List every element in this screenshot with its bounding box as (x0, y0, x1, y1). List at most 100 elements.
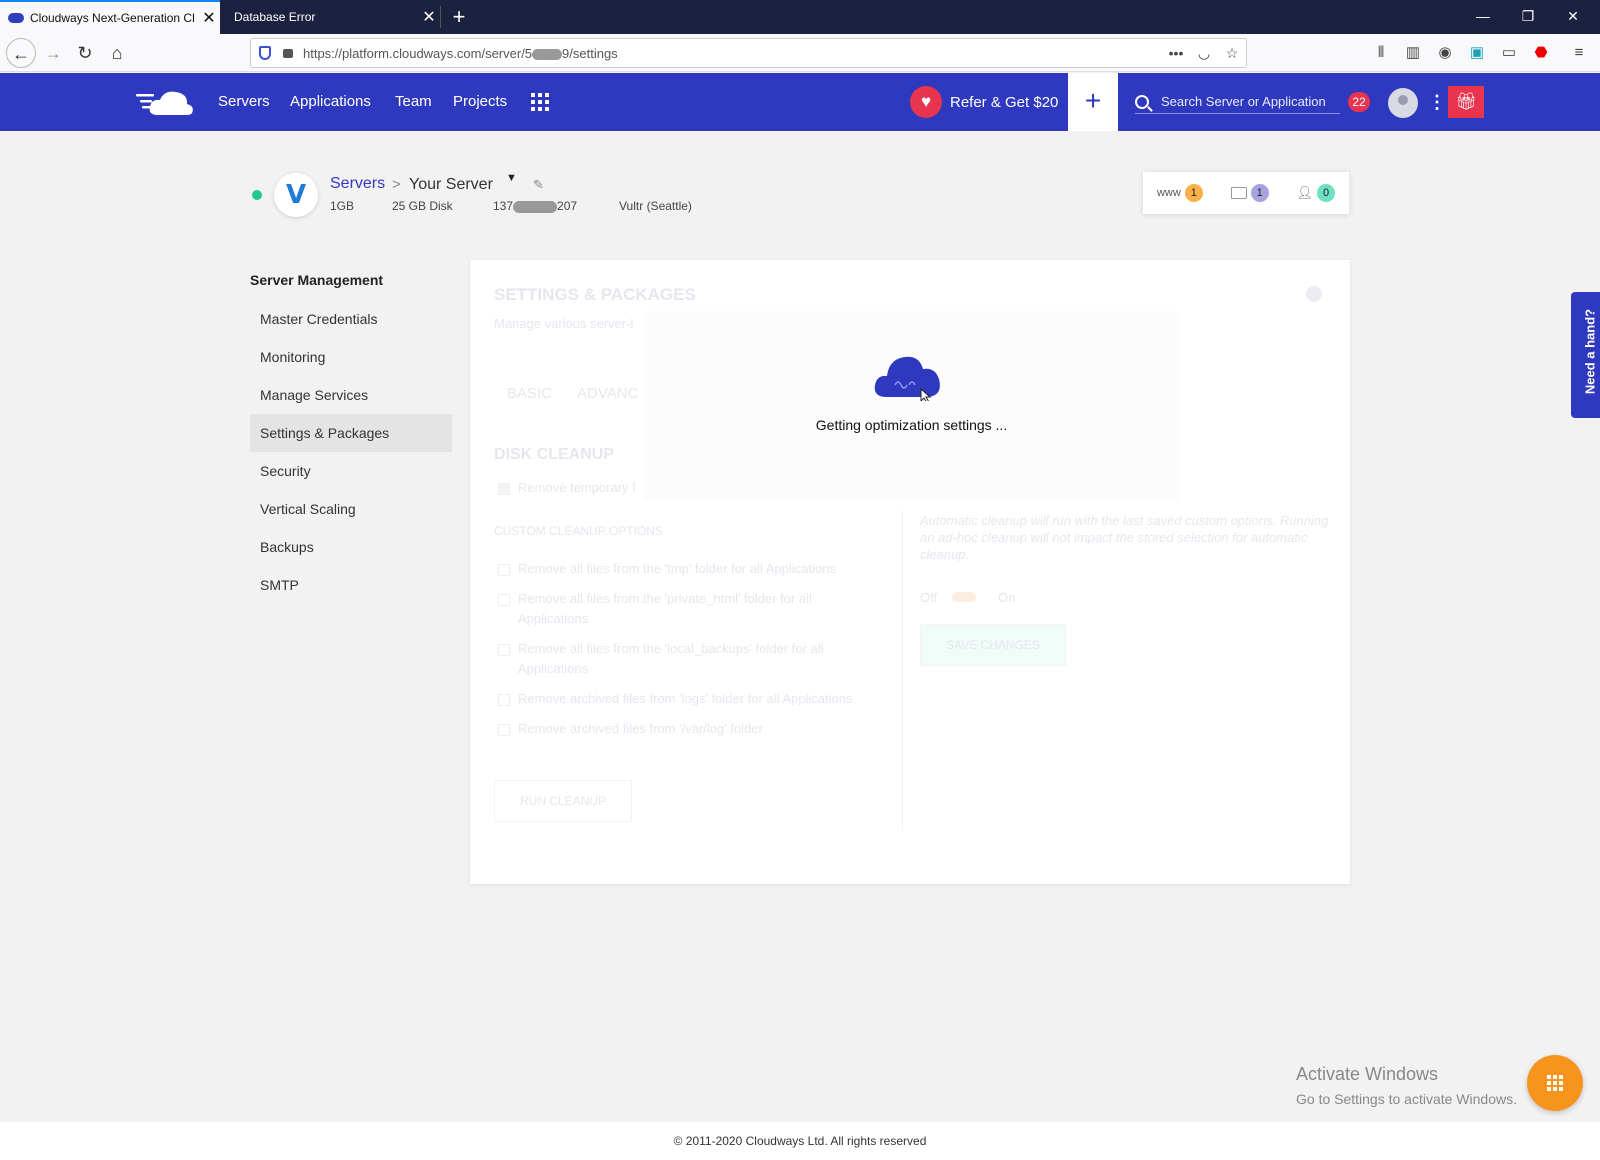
help-icon[interactable] (1306, 286, 1322, 302)
refer-label: Refer & Get $20 (950, 93, 1059, 111)
menu-icon[interactable]: ≡ (1568, 43, 1590, 63)
tab-database-error[interactable]: Database Error ✕ (222, 0, 440, 34)
nav-servers[interactable]: Servers (218, 73, 270, 131)
close-window-button[interactable]: ✕ (1550, 0, 1596, 34)
vultr-logo-icon: V (274, 173, 318, 217)
grid-icon (1547, 1075, 1563, 1091)
redacted-text (513, 200, 558, 213)
sidebar-icon[interactable]: ▥ (1402, 43, 1424, 63)
tab-close-icon[interactable]: ✕ (418, 7, 440, 27)
option-checkbox[interactable] (498, 724, 510, 736)
remove-temp-label: Remove temporary f (518, 480, 636, 495)
breadcrumb-servers[interactable]: Servers (330, 175, 385, 193)
sidebar-item-security[interactable]: Security (250, 452, 452, 490)
apps-fab-button[interactable] (1527, 1055, 1583, 1111)
option-label: Remove all files from the 'private_html'… (518, 591, 812, 626)
reload-icon[interactable]: ↻ (70, 38, 100, 68)
tab-cloudways[interactable]: Cloudways Next-Generation Cl ✕ (0, 0, 220, 34)
search-input[interactable]: Search Server or Application (1135, 90, 1340, 114)
more-options-icon[interactable]: ⋮ (1428, 93, 1446, 113)
new-tab-button[interactable]: + (446, 2, 472, 32)
pocket-icon[interactable]: ◡ (1190, 45, 1218, 62)
option-checkbox[interactable] (498, 564, 510, 576)
restore-button[interactable]: ❐ (1505, 0, 1551, 34)
remove-temp-checkbox[interactable] (498, 483, 510, 495)
server-name[interactable]: Your Server (409, 176, 493, 194)
server-provider: Vultr (Seattle) (619, 199, 692, 213)
server-disk: 25 GB Disk (392, 199, 453, 213)
www-label: www (1156, 187, 1181, 199)
option-checkbox[interactable] (498, 694, 510, 706)
sidebar-item-backups[interactable]: Backups (250, 528, 452, 566)
home-icon[interactable]: ⌂ (102, 38, 132, 68)
stat-users[interactable]: 👤︎ 0 (1297, 184, 1336, 202)
forward-arrow-icon[interactable]: → (38, 38, 68, 68)
adblock-icon[interactable]: ⬣ (1530, 43, 1552, 63)
cloudways-logo-icon[interactable] (136, 85, 196, 119)
tab-separator (440, 6, 441, 28)
server-dropdown-caret-icon[interactable]: ▼ (506, 172, 517, 184)
nav-projects[interactable]: Projects (453, 73, 507, 131)
sidebar-item-settings-packages[interactable]: Settings & Packages (250, 414, 452, 452)
sidebar-item-monitoring[interactable]: Monitoring (250, 338, 452, 376)
server-ip: 137 207 (493, 199, 578, 213)
back-arrow-icon[interactable]: ← (6, 38, 36, 68)
sidebar-item-master-credentials[interactable]: Master Credentials (250, 300, 452, 338)
users-count: 0 (1317, 184, 1336, 202)
tab-advanced[interactable]: ADVANC (577, 385, 638, 402)
tab-close-icon[interactable]: ✕ (198, 8, 220, 28)
save-changes-button[interactable]: SAVE CHANGES (920, 624, 1066, 666)
sidebar-item-manage-services[interactable]: Manage Services (250, 376, 452, 414)
server-stats: www 1 1 👤︎ 0 (1143, 172, 1349, 214)
folder-extension-icon[interactable]: ▭ (1498, 43, 1520, 63)
tracking-shield-icon[interactable] (259, 46, 271, 60)
refer-button[interactable]: ♥ Refer & Get $20 (910, 86, 1058, 118)
tab-basic[interactable]: BASIC (507, 385, 552, 402)
app-header: Servers Applications Team Projects ♥ Ref… (0, 73, 1600, 131)
save-extension-icon[interactable]: ▣ (1466, 43, 1488, 63)
need-a-hand-button[interactable]: Need a hand? (1571, 292, 1600, 418)
sidebar-title: Server Management (250, 272, 384, 288)
url-text: https://platform.cloudways.com/server/5 9… (303, 45, 618, 61)
gift-icon[interactable]: 🎁︎ (1448, 86, 1484, 118)
cleanup-note: Automatic cleanup will run with the last… (920, 513, 1329, 562)
sidebar-item-vertical-scaling[interactable]: Vertical Scaling (250, 490, 452, 528)
heart-icon: ♥ (910, 86, 942, 118)
option-checkbox[interactable] (498, 644, 510, 656)
loading-text: Getting optimization settings ... (815, 417, 1008, 433)
minimize-button[interactable]: — (1460, 0, 1506, 34)
library-icon[interactable]: ⫴ (1370, 43, 1392, 63)
stat-applications[interactable]: www 1 (1157, 184, 1203, 202)
loading-overlay: Getting optimization settings ... (643, 311, 1180, 500)
activation-line-2: Go to Settings to activate Windows. (1296, 1091, 1517, 1107)
footer-copyright: © 2011-2020 Cloudways Ltd. All rights re… (0, 1122, 1600, 1160)
run-cleanup-button[interactable]: RUN CLEANUP (494, 780, 632, 822)
lock-icon[interactable] (283, 48, 293, 58)
server-status-indicator (252, 190, 262, 200)
auto-cleanup-toggle[interactable] (952, 592, 976, 602)
address-bar[interactable]: https://platform.cloudways.com/server/5 9… (250, 38, 1247, 68)
add-button[interactable]: + (1068, 73, 1118, 131)
apps-grid-icon[interactable] (531, 93, 549, 111)
windows-activation-watermark: Activate Windows Go to Settings to activ… (1296, 1064, 1517, 1107)
bookmark-star-icon[interactable]: ☆ (1218, 45, 1246, 62)
activation-line-1: Activate Windows (1296, 1064, 1439, 1084)
sidebar-item-smtp[interactable]: SMTP (250, 566, 452, 604)
page-title: SETTINGS & PACKAGES (494, 285, 696, 304)
nav-applications[interactable]: Applications (290, 73, 371, 131)
option-label: Remove all files from the 'tmp' folder f… (518, 561, 836, 576)
avatar[interactable] (1388, 88, 1418, 118)
breadcrumb-separator: > (392, 176, 401, 193)
notification-badge[interactable]: 22 (1348, 92, 1370, 112)
account-icon[interactable]: ◉ (1434, 43, 1456, 63)
option-label: Remove archived files from 'logs' folder… (518, 691, 853, 706)
redacted-text (532, 48, 563, 60)
user-icon: 👤︎ (1296, 185, 1314, 200)
nav-team[interactable]: Team (395, 73, 432, 131)
option-checkbox[interactable] (498, 594, 510, 606)
page-actions-icon[interactable]: ••• (1162, 45, 1190, 61)
stat-files[interactable]: 1 (1230, 184, 1269, 202)
edit-pencil-icon[interactable]: ✎ (533, 177, 544, 193)
server-size: 1GB (330, 199, 355, 213)
toggle-on-label: On (998, 590, 1016, 605)
